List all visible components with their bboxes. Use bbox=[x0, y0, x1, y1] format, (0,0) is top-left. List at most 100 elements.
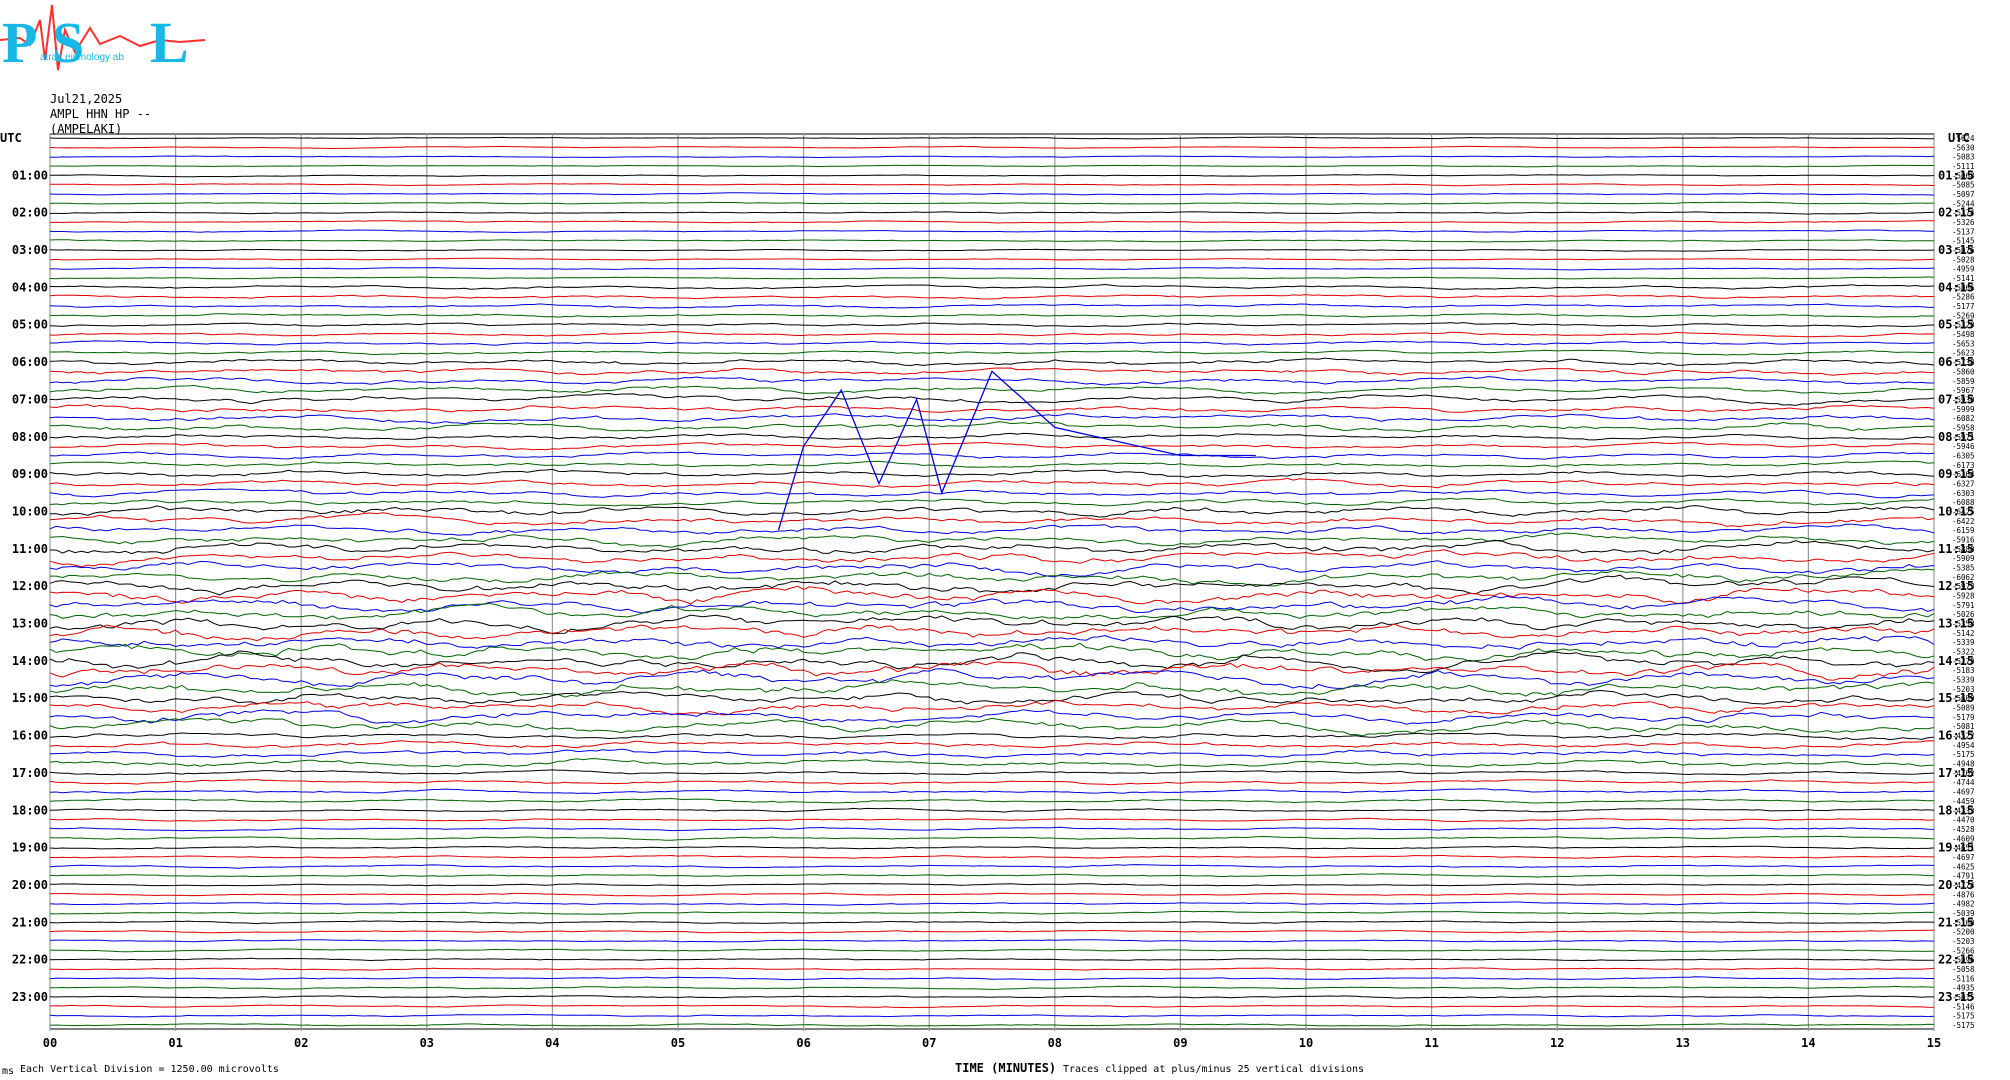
trace-offset-label: -5179 bbox=[1952, 713, 1975, 722]
trace-92 bbox=[49, 995, 1934, 999]
trace-95 bbox=[49, 1023, 1935, 1027]
right-hour-label: 05:15 bbox=[1938, 318, 1974, 332]
trace-70 bbox=[49, 788, 1935, 795]
clip-note: Traces clipped at plus/minus 25 vertical… bbox=[1063, 1064, 1365, 1075]
trace-offset-label: -6305 bbox=[1952, 451, 1975, 460]
trace-offset-label: -5653 bbox=[1952, 339, 1975, 348]
right-hour-label: 10:15 bbox=[1938, 504, 1974, 518]
trace-9 bbox=[49, 220, 1934, 224]
trace-17 bbox=[49, 294, 1934, 300]
x-tick-label: 06 bbox=[796, 1036, 810, 1050]
trace-15 bbox=[49, 276, 1935, 280]
trace-58 bbox=[49, 668, 1935, 690]
trace-offset-label: -4697 bbox=[1952, 788, 1975, 797]
x-tick-label: 02 bbox=[294, 1036, 308, 1050]
trace-44 bbox=[49, 539, 1935, 555]
trace-35 bbox=[49, 460, 1935, 468]
trace-41 bbox=[49, 512, 1935, 528]
left-hour-label: 17:00 bbox=[12, 766, 48, 780]
x-tick-label: 07 bbox=[922, 1036, 936, 1050]
left-hour-label: 16:00 bbox=[12, 729, 48, 743]
trace-offset-label: -4982 bbox=[1952, 900, 1975, 909]
trace-77 bbox=[49, 854, 1935, 859]
right-hour-label: 13:15 bbox=[1938, 617, 1974, 631]
trace-8 bbox=[50, 211, 1935, 215]
x-tick-label: 12 bbox=[1550, 1036, 1564, 1050]
right-hour-label: 11:15 bbox=[1938, 542, 1974, 556]
right-axis-title: UTC bbox=[1948, 131, 1970, 145]
trace-18 bbox=[49, 303, 1935, 309]
left-hour-label: 01:00 bbox=[12, 168, 48, 182]
right-hour-label: 12:15 bbox=[1938, 579, 1974, 593]
trace-13 bbox=[49, 257, 1935, 261]
trace-79 bbox=[49, 873, 1934, 878]
trace-23 bbox=[50, 349, 1935, 356]
trace-16 bbox=[49, 283, 1935, 290]
trace-offset-label: -6159 bbox=[1952, 526, 1975, 535]
trace-67 bbox=[49, 758, 1935, 768]
trace-88 bbox=[49, 957, 1935, 962]
trace-78 bbox=[49, 864, 1935, 869]
trace-offset-label: -5203 bbox=[1952, 937, 1975, 946]
trace-offset-label: -5177 bbox=[1952, 302, 1975, 311]
trace-offset-label: -5097 bbox=[1952, 190, 1975, 199]
left-hour-label: 02:00 bbox=[12, 206, 48, 220]
right-hour-label: 22:15 bbox=[1938, 953, 1974, 967]
trace-offset-label: -4528 bbox=[1952, 825, 1975, 834]
trace-31 bbox=[49, 421, 1935, 433]
trace-10 bbox=[49, 229, 1934, 234]
scale-note: Each Vertical Division = 1250.00 microvo… bbox=[20, 1064, 279, 1075]
trace-6 bbox=[49, 192, 1935, 196]
right-hour-label: 14:15 bbox=[1938, 654, 1974, 668]
trace-0 bbox=[49, 136, 1935, 140]
x-tick-label: 00 bbox=[43, 1036, 57, 1050]
left-hour-label: 13:00 bbox=[12, 617, 48, 631]
trace-24 bbox=[49, 357, 1935, 367]
trace-21 bbox=[50, 331, 1935, 338]
x-tick-label: 10 bbox=[1299, 1036, 1313, 1050]
trace-69 bbox=[49, 778, 1935, 786]
x-tick-label: 14 bbox=[1801, 1036, 1815, 1050]
trace-offset-label: -5137 bbox=[1952, 227, 1975, 236]
right-hour-label: 03:15 bbox=[1938, 243, 1974, 257]
trace-83 bbox=[49, 910, 1935, 915]
trace-47 bbox=[50, 568, 1935, 587]
trace-84 bbox=[49, 920, 1935, 925]
trace-4 bbox=[50, 174, 1935, 178]
right-hour-label: 19:15 bbox=[1938, 841, 1974, 855]
trace-52 bbox=[49, 614, 1935, 635]
trace-offset-label: -5385 bbox=[1952, 563, 1975, 572]
left-hour-label: 20:00 bbox=[12, 878, 48, 892]
trace-5 bbox=[49, 183, 1935, 187]
trace-30 bbox=[49, 413, 1935, 425]
x-tick-label: 15 bbox=[1927, 1036, 1941, 1050]
right-hour-label: 01:15 bbox=[1938, 168, 1974, 182]
trace-offset-label: -5175 bbox=[1952, 1021, 1975, 1030]
trace-36 bbox=[49, 468, 1935, 478]
left-hour-label: 19:00 bbox=[12, 841, 48, 855]
trace-offset-label: -5175 bbox=[1952, 1012, 1975, 1021]
trace-20 bbox=[49, 322, 1935, 328]
trace-1 bbox=[49, 145, 1935, 150]
right-hour-label: 08:15 bbox=[1938, 430, 1974, 444]
right-hour-label: 07:15 bbox=[1938, 392, 1974, 406]
x-tick-label: 11 bbox=[1424, 1036, 1438, 1050]
trace-offset-label: -6303 bbox=[1952, 489, 1975, 498]
trace-43 bbox=[49, 532, 1935, 548]
trace-38 bbox=[49, 488, 1935, 499]
trace-48 bbox=[49, 574, 1935, 596]
trace-12 bbox=[49, 248, 1935, 252]
left-hour-label: 15:00 bbox=[12, 691, 48, 705]
trace-3 bbox=[49, 164, 1935, 168]
trace-90 bbox=[49, 976, 1934, 981]
trace-75 bbox=[49, 835, 1935, 841]
trace-offset-label: -5083 bbox=[1952, 153, 1975, 162]
right-hour-label: 09:15 bbox=[1938, 467, 1974, 481]
left-hour-label: 07:00 bbox=[12, 392, 48, 406]
left-hour-label: 14:00 bbox=[12, 654, 48, 668]
trace-85 bbox=[49, 929, 1934, 934]
trace-66 bbox=[49, 748, 1935, 759]
trace-86 bbox=[49, 939, 1935, 943]
left-hour-label: 18:00 bbox=[12, 803, 48, 817]
trace-68 bbox=[49, 769, 1935, 776]
